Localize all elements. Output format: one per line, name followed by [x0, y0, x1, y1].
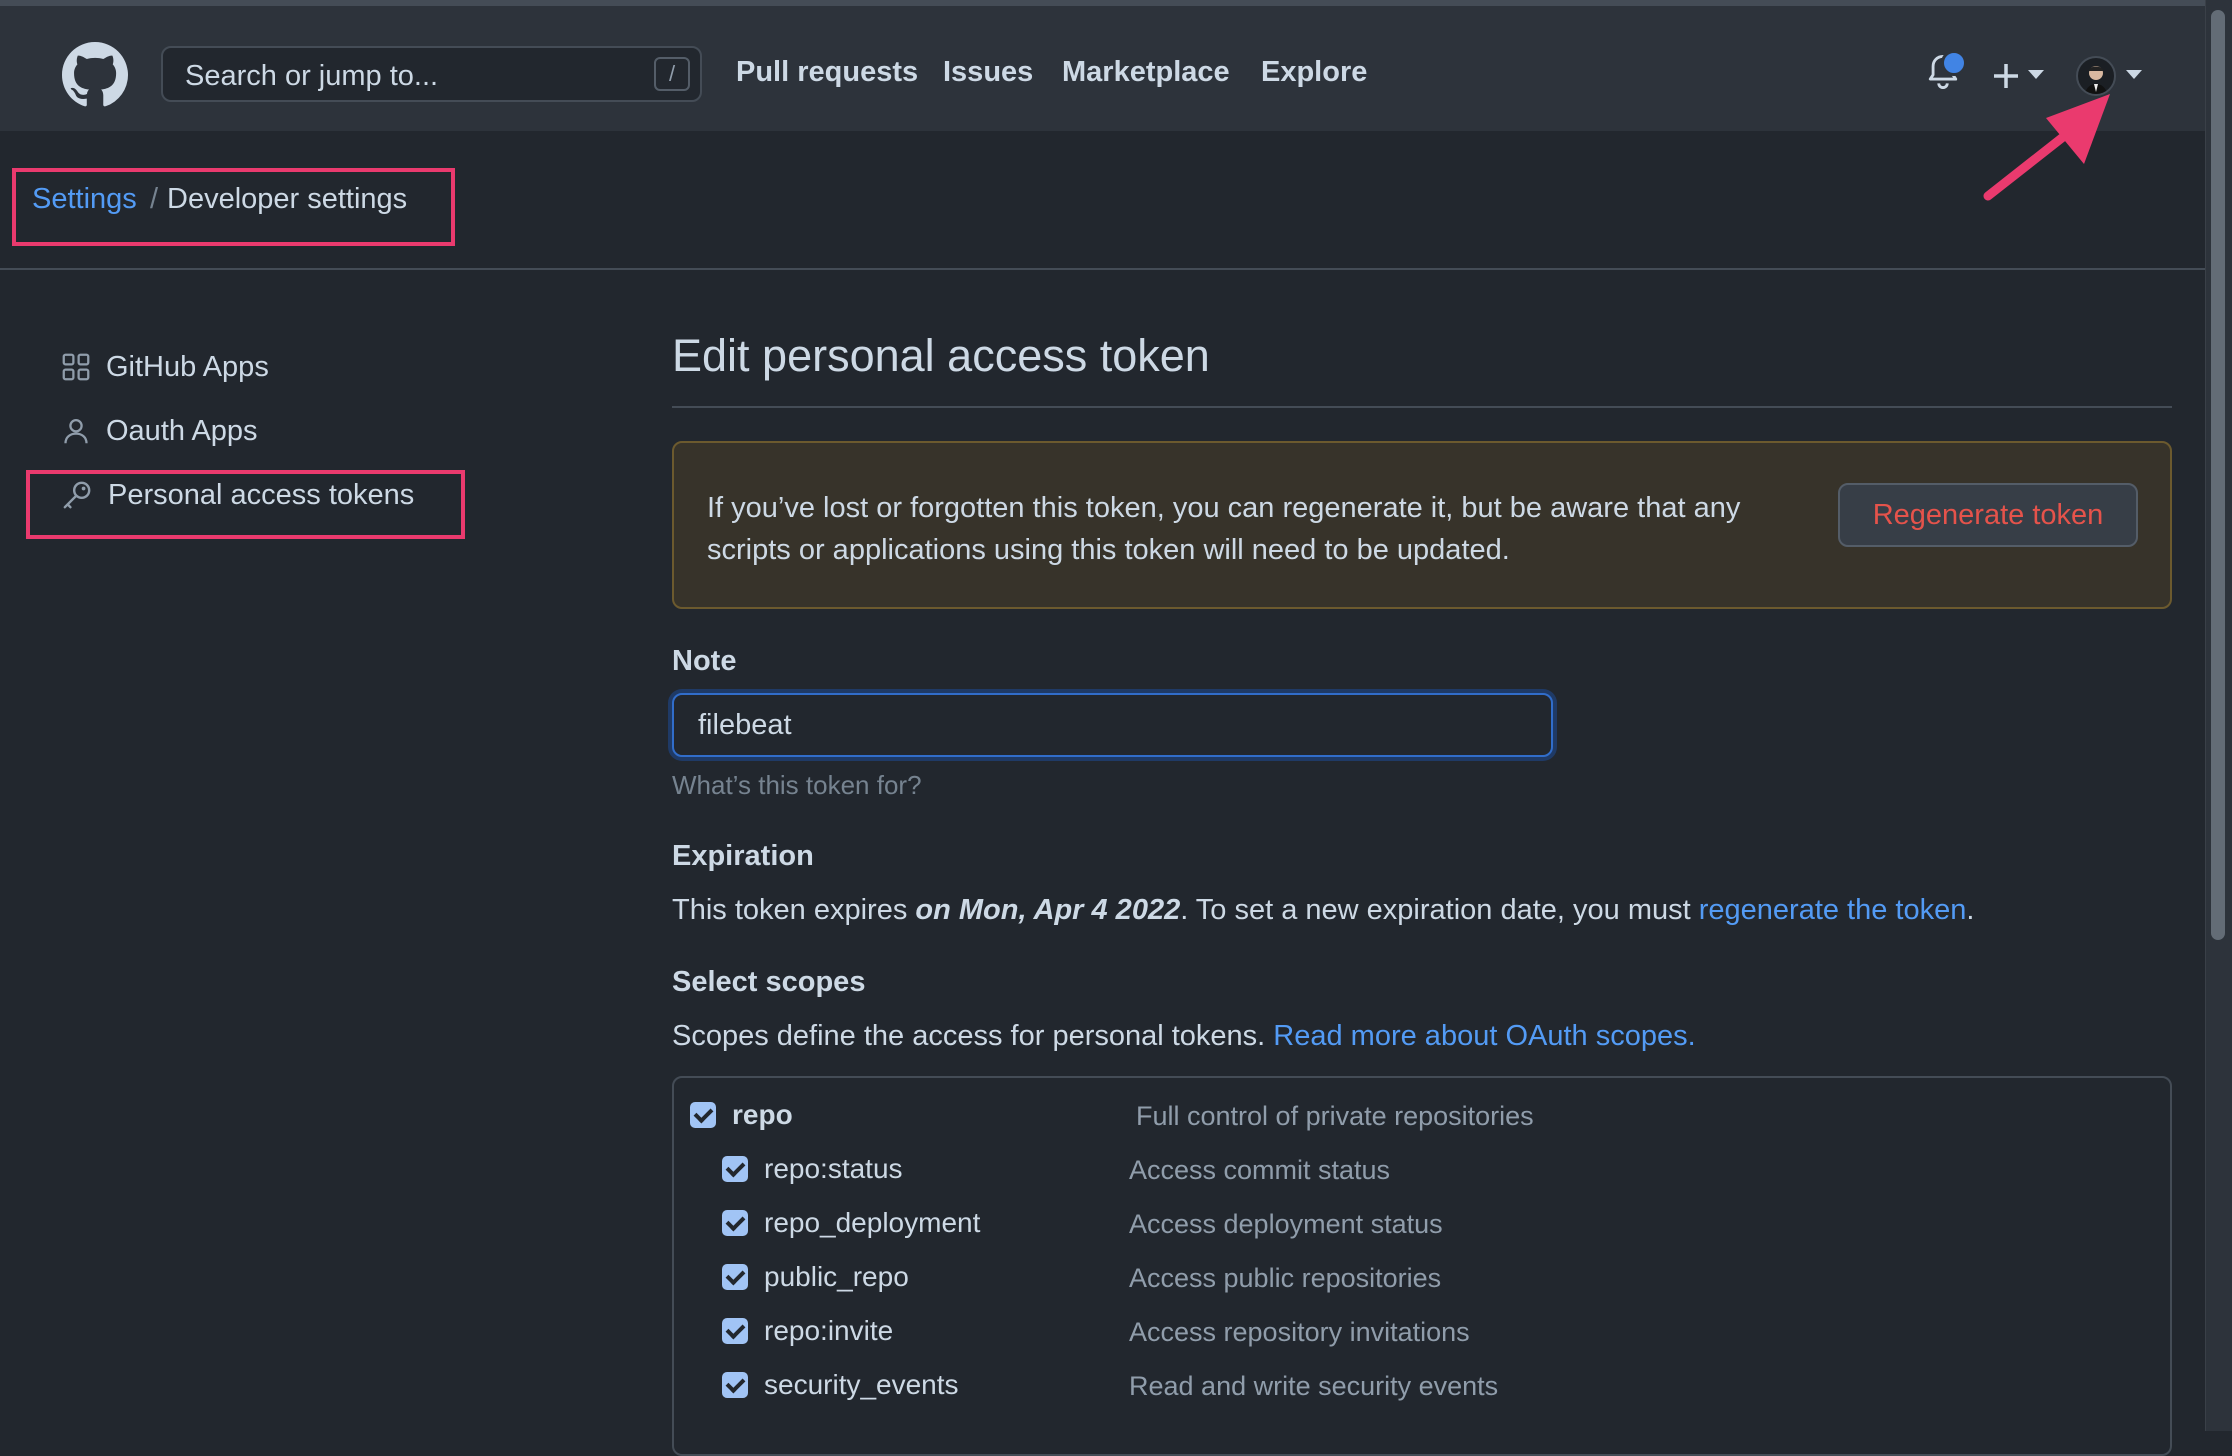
scope-name: repo — [732, 1099, 793, 1130]
note-hint: What’s this token for? — [672, 770, 922, 800]
scope-row-repo-status: repo:status — [722, 1149, 903, 1189]
select-scopes-label: Select scopes — [672, 966, 866, 998]
sidebar-item-github-apps[interactable]: GitHub Apps — [62, 345, 269, 389]
breadcrumb-separator: / — [150, 183, 159, 215]
breadcrumb-current: Developer settings — [167, 183, 408, 215]
scopes-description: Scopes define the access for personal to… — [672, 1020, 1696, 1053]
regenerate-warning-flash: If you’ve lost or forgotten this token, … — [672, 441, 2172, 609]
scope-name: repo:status — [764, 1153, 903, 1184]
avatar-chevron-down-icon[interactable] — [2126, 70, 2142, 80]
avatar[interactable] — [2076, 56, 2116, 96]
scopes-description-text: Scopes define the access for personal to… — [672, 1020, 1274, 1052]
search-shortcut-key: / — [654, 57, 690, 91]
nav-pull-requests[interactable]: Pull requests — [736, 56, 918, 89]
scope-name: repo:invite — [764, 1315, 894, 1346]
regenerate-token-link[interactable]: regenerate the token — [1699, 894, 1967, 926]
expiration-label: Expiration — [672, 840, 814, 872]
repo-invite-checkbox[interactable] — [722, 1318, 748, 1344]
key-icon — [63, 481, 91, 509]
breadcrumb: Settings / Developer settings — [0, 131, 2205, 270]
search-placeholder: Search or jump to... — [185, 60, 439, 92]
chevron-down-icon[interactable] — [2028, 70, 2044, 80]
person-icon — [64, 419, 88, 444]
apps-grid-icon — [62, 353, 90, 381]
expiration-date: on Mon, Apr 4 2022 — [915, 894, 1181, 926]
repo-status-checkbox[interactable] — [722, 1156, 748, 1182]
breadcrumb-settings-link[interactable]: Settings — [32, 183, 137, 216]
scope-name: security_events — [764, 1369, 959, 1400]
security-events-checkbox[interactable] — [722, 1372, 748, 1398]
repo-deployment-checkbox[interactable] — [722, 1210, 748, 1236]
scope-row-repo-deployment: repo_deployment — [722, 1203, 980, 1243]
expiration-middle: . To set a new expiration date, you must — [1180, 894, 1699, 926]
repo-checkbox[interactable] — [690, 1102, 716, 1128]
scope-description: Access commit status — [1129, 1155, 1391, 1185]
sidebar-item-label: Oauth Apps — [106, 414, 258, 447]
scope-description: Read and write security events — [1129, 1371, 1499, 1401]
github-octocat-icon[interactable] — [62, 42, 128, 108]
sidebar-item-label: Personal access tokens — [108, 478, 415, 511]
plus-icon[interactable] — [1992, 62, 2020, 90]
top-navigation-bar: Search or jump to... / Pull requests Iss… — [0, 0, 2205, 131]
note-input[interactable] — [672, 693, 1553, 757]
divider — [672, 406, 2172, 408]
regenerate-token-button[interactable]: Regenerate token — [1838, 483, 2138, 547]
scope-row-public-repo: public_repo — [722, 1257, 909, 1297]
sidebar-item-label: GitHub Apps — [106, 350, 269, 383]
sidebar-item-personal-access-tokens[interactable]: Personal access tokens — [62, 473, 414, 517]
scope-description: Access public repositories — [1129, 1263, 1442, 1293]
nav-explore[interactable]: Explore — [1261, 56, 1367, 89]
expiration-suffix: . — [1966, 894, 1975, 926]
scope-row-security-events: security_events — [722, 1365, 959, 1405]
expiration-text: This token expires on Mon, Apr 4 2022. T… — [672, 894, 1974, 927]
scope-name: repo_deployment — [764, 1207, 981, 1238]
scrollbar-thumb[interactable] — [2211, 10, 2225, 940]
scope-name: public_repo — [764, 1261, 909, 1292]
scope-description: Access repository invitations — [1129, 1317, 1470, 1347]
warning-text: If you’ve lost or forgotten this token, … — [707, 492, 1741, 566]
scope-row-repo-invite: repo:invite — [722, 1311, 893, 1351]
sidebar-item-oauth-apps[interactable]: Oauth Apps — [62, 409, 258, 453]
note-label: Note — [672, 645, 737, 677]
page-title: Edit personal access token — [672, 330, 1210, 381]
nav-marketplace[interactable]: Marketplace — [1062, 56, 1230, 89]
expiration-prefix: This token expires — [672, 894, 916, 926]
nav-issues[interactable]: Issues — [943, 56, 1033, 89]
oauth-scopes-link[interactable]: Read more about OAuth scopes. — [1273, 1020, 1695, 1052]
public-repo-checkbox[interactable] — [722, 1264, 748, 1290]
notification-dot — [1941, 50, 1967, 76]
search-input[interactable]: Search or jump to... / — [161, 46, 702, 102]
scope-description: Access deployment status — [1129, 1209, 1443, 1239]
scope-description: Full control of private repositories — [1136, 1101, 1534, 1131]
scope-row-repo: repo — [690, 1095, 793, 1135]
